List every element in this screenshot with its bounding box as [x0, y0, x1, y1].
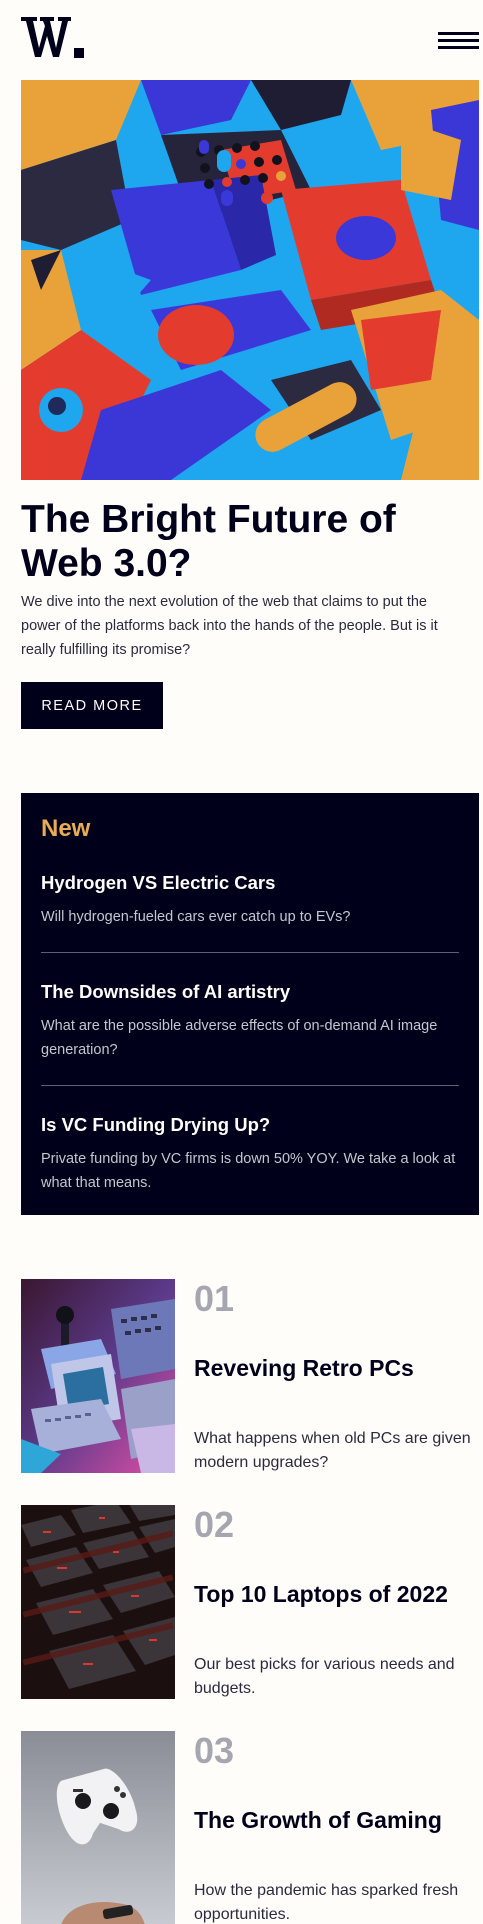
- new-item-title[interactable]: Is VC Funding Drying Up?: [41, 1113, 459, 1137]
- article-list-item[interactable]: 03 The Growth of Gaming How the pandemic…: [21, 1731, 479, 1924]
- hamburger-icon-bar: [438, 32, 479, 35]
- new-heading: New: [41, 815, 91, 842]
- article-title[interactable]: The Growth of Gaming: [194, 1805, 442, 1835]
- hamburger-icon-bar: [438, 39, 479, 42]
- logo[interactable]: [21, 14, 87, 60]
- retro-pc-thumbnail[interactable]: [21, 1279, 175, 1473]
- article-list-item[interactable]: 02 Top 10 Laptops of 2022 Our best picks…: [21, 1505, 479, 1699]
- article-number: 03: [194, 1730, 235, 1771]
- article-description: How the pandemic has sparked fresh oppor…: [194, 1882, 459, 1923]
- new-item-title[interactable]: Hydrogen VS Electric Cars: [41, 871, 459, 895]
- new-item[interactable]: Hydrogen VS Electric Cars Will hydrogen-…: [41, 871, 459, 929]
- new-item-description: What are the possible adverse effects of…: [41, 1018, 438, 1058]
- read-more-button[interactable]: READ MORE: [21, 682, 163, 729]
- article-number: 02: [194, 1504, 235, 1545]
- new-item-description: Private funding by VC firms is down 50% …: [41, 1151, 456, 1191]
- article-list-item[interactable]: 01 Reveving Retro PCs What happens when …: [21, 1279, 479, 1473]
- site-header: [0, 0, 483, 80]
- hamburger-icon-bar: [438, 46, 479, 49]
- hero-title: The Bright Future of Web 3.0?: [21, 498, 396, 585]
- article-description: Our best picks for various needs and bud…: [194, 1656, 455, 1697]
- hero-description: We dive into the next evolution of the w…: [21, 594, 438, 658]
- new-item[interactable]: Is VC Funding Drying Up? Private funding…: [41, 1113, 459, 1195]
- article-description: What happens when old PCs are given mode…: [194, 1430, 471, 1471]
- new-articles-panel: New Hydrogen VS Electric Cars Will hydro…: [21, 793, 479, 1215]
- hero-image: [21, 80, 479, 480]
- new-item-title[interactable]: The Downsides of AI artistry: [41, 980, 459, 1004]
- article-number: 01: [194, 1278, 235, 1319]
- divider: [41, 952, 459, 953]
- game-controller-thumbnail[interactable]: [21, 1731, 175, 1924]
- laptop-keyboard-thumbnail[interactable]: [21, 1505, 175, 1699]
- new-item-description: Will hydrogen-fueled cars ever catch up …: [41, 909, 351, 925]
- new-item[interactable]: The Downsides of AI artistry What are th…: [41, 980, 459, 1062]
- divider: [41, 1085, 459, 1086]
- logo-mark-icon: [21, 17, 84, 58]
- menu-button[interactable]: [438, 30, 479, 52]
- article-title[interactable]: Top 10 Laptops of 2022: [194, 1579, 448, 1609]
- article-title[interactable]: Reveving Retro PCs: [194, 1353, 414, 1383]
